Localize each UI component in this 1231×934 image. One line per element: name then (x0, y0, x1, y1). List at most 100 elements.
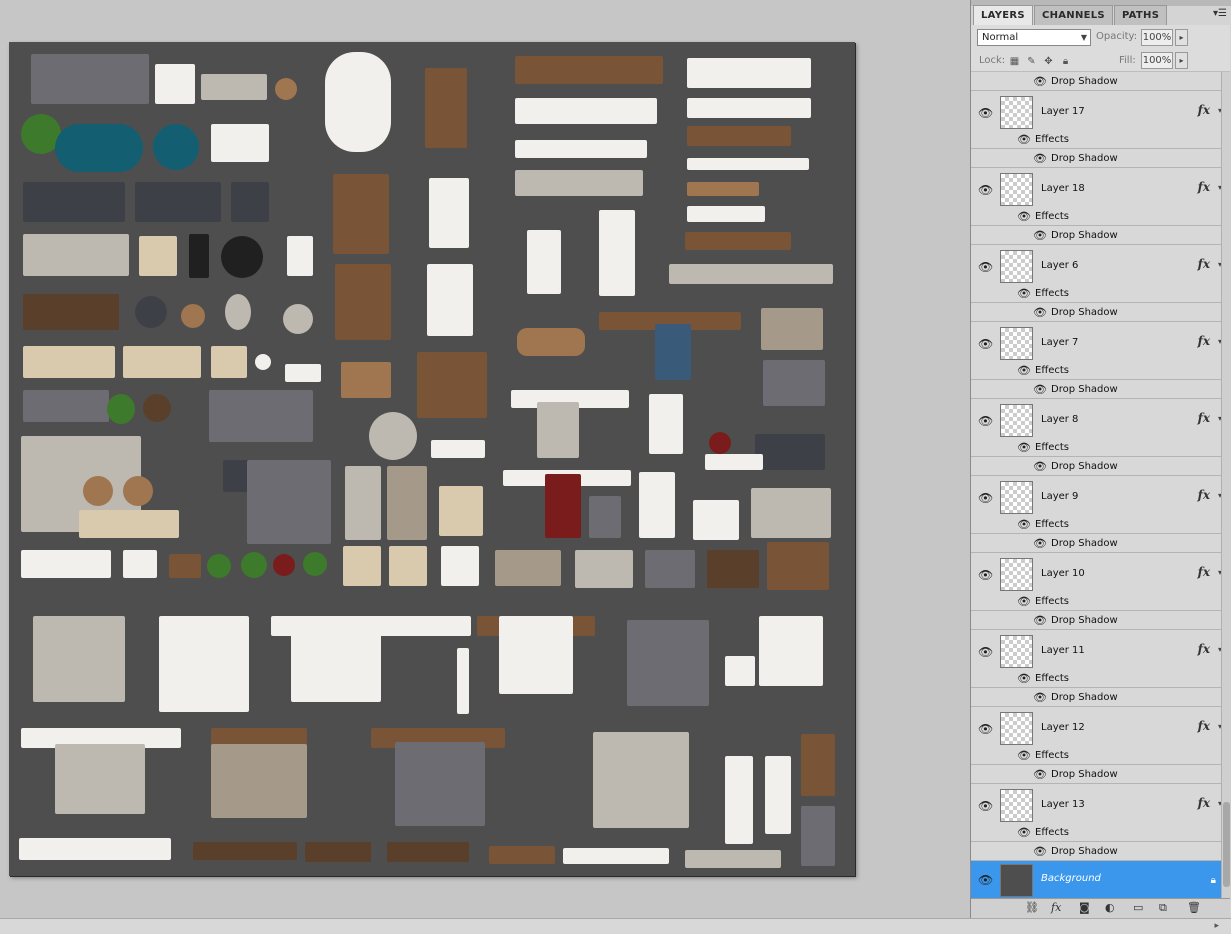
effect-row[interactable]: 👁︎ Drop Shadow (971, 149, 1230, 168)
eye-icon[interactable]: 👁︎ (1017, 595, 1031, 608)
layer-name[interactable]: Layer 12 (1041, 722, 1085, 733)
fx-icon[interactable]: fx (1198, 719, 1210, 733)
effect-row[interactable]: 👁︎ Drop Shadow (971, 842, 1230, 861)
eye-icon[interactable]: 👁︎ (1017, 210, 1031, 223)
eye-icon[interactable]: 👁︎ (1017, 441, 1031, 454)
layer-row[interactable]: 👁︎ Layer 12 fx ▾ (971, 707, 1230, 751)
effects-row[interactable]: 👁︎ Effects (971, 746, 1230, 765)
effect-row[interactable]: 👁︎ Drop Shadow (971, 765, 1230, 784)
layer-row[interactable]: 👁︎ Layer 11 fx ▾ (971, 630, 1230, 674)
status-arrow-icon[interactable]: ▸ (1214, 921, 1219, 931)
layer-row[interactable]: 👁︎ Layer 17 fx ▾ (971, 91, 1230, 135)
effect-row[interactable]: 👁︎ Drop Shadow (971, 72, 1230, 91)
fx-icon[interactable]: fx (1198, 565, 1210, 579)
fx-icon[interactable]: fx (1198, 642, 1210, 656)
effects-row[interactable]: 👁︎ Effects (971, 361, 1230, 380)
eye-icon[interactable]: 👁︎ (1033, 460, 1047, 473)
eye-icon[interactable]: 👁︎ (1033, 691, 1047, 704)
fill-slider-arrow-icon[interactable]: ▸ (1175, 52, 1188, 69)
delete-layer-icon[interactable]: 🗑︎ (1187, 901, 1201, 914)
layer-row[interactable]: 👁︎ Layer 13 fx ▾ (971, 784, 1230, 828)
eye-icon[interactable]: 👁︎ (978, 568, 993, 582)
eye-icon[interactable]: 👁︎ (978, 722, 993, 736)
lock-all-icon[interactable]: 🔒︎ (1060, 56, 1071, 67)
layer-name[interactable]: Layer 11 (1041, 645, 1085, 656)
background-layer-row[interactable]: 👁︎ Background 🔒︎ (971, 861, 1230, 898)
lock-brush-icon[interactable]: ✎ (1026, 56, 1037, 67)
eye-icon[interactable]: 👁︎ (1033, 383, 1047, 396)
canvas-workspace[interactable] (0, 0, 970, 918)
opacity-input[interactable]: 100% (1141, 29, 1173, 46)
link-layers-icon[interactable]: ⛓ (1025, 901, 1039, 914)
eye-icon[interactable]: 👁︎ (1033, 768, 1047, 781)
effect-row[interactable]: 👁︎ Drop Shadow (971, 688, 1230, 707)
layer-row[interactable]: 👁︎ Layer 9 fx ▾ (971, 476, 1230, 520)
layer-name[interactable]: Layer 9 (1041, 491, 1078, 502)
fx-icon[interactable]: fx (1198, 257, 1210, 271)
layer-row[interactable]: 👁︎ Layer 7 fx ▾ (971, 322, 1230, 366)
layer-name[interactable]: Layer 13 (1041, 799, 1085, 810)
layer-row[interactable]: 👁︎ Layer 10 fx ▾ (971, 553, 1230, 597)
add-style-icon[interactable]: fx (1051, 901, 1061, 914)
effect-row[interactable]: 👁︎ Drop Shadow (971, 534, 1230, 553)
new-group-icon[interactable]: ▭ (1133, 901, 1143, 914)
eye-icon[interactable]: 👁︎ (1033, 845, 1047, 858)
eye-icon[interactable]: 👁︎ (1033, 614, 1047, 627)
eye-icon[interactable]: 👁︎ (978, 183, 993, 197)
effects-row[interactable]: 👁︎ Effects (971, 592, 1230, 611)
eye-icon[interactable]: 👁︎ (1033, 306, 1047, 319)
eye-icon[interactable]: 👁︎ (978, 873, 993, 887)
fill-input[interactable]: 100% (1141, 52, 1173, 69)
new-layer-icon[interactable]: ⧉ (1159, 901, 1167, 915)
effects-row[interactable]: 👁︎ Effects (971, 515, 1230, 534)
document-canvas[interactable] (9, 42, 855, 876)
scrollbar-thumb[interactable] (1223, 802, 1230, 887)
add-mask-icon[interactable]: ◙ (1079, 901, 1090, 914)
layers-list[interactable]: 👁︎ Drop Shadow 👁︎ Layer 17 fx ▾ 👁︎ Effec… (971, 72, 1230, 898)
fx-icon[interactable]: fx (1198, 796, 1210, 810)
tab-channels[interactable]: CHANNELS (1033, 5, 1113, 25)
tab-paths[interactable]: PATHS (1113, 5, 1168, 25)
fx-icon[interactable]: fx (1198, 488, 1210, 502)
effects-row[interactable]: 👁︎ Effects (971, 438, 1230, 457)
lock-move-icon[interactable]: ✥ (1043, 56, 1054, 67)
tab-layers[interactable]: LAYERS (973, 5, 1033, 25)
effect-row[interactable]: 👁︎ Drop Shadow (971, 611, 1230, 630)
layers-scrollbar[interactable] (1221, 72, 1231, 898)
effect-row[interactable]: 👁︎ Drop Shadow (971, 226, 1230, 245)
eye-icon[interactable]: 👁︎ (1033, 537, 1047, 550)
eye-icon[interactable]: 👁︎ (1033, 152, 1047, 165)
layer-row[interactable]: 👁︎ Layer 18 fx ▾ (971, 168, 1230, 212)
panel-menu-icon[interactable]: ▾☰ (1213, 8, 1227, 19)
layer-row[interactable]: 👁︎ Layer 6 fx ▾ (971, 245, 1230, 289)
layer-name[interactable]: Layer 8 (1041, 414, 1078, 425)
eye-icon[interactable]: 👁︎ (1017, 518, 1031, 531)
eye-icon[interactable]: 👁︎ (978, 645, 993, 659)
fx-icon[interactable]: fx (1198, 334, 1210, 348)
eye-icon[interactable]: 👁︎ (978, 106, 993, 120)
effects-row[interactable]: 👁︎ Effects (971, 130, 1230, 149)
eye-icon[interactable]: 👁︎ (978, 260, 993, 274)
effects-row[interactable]: 👁︎ Effects (971, 823, 1230, 842)
fx-icon[interactable]: fx (1198, 180, 1210, 194)
eye-icon[interactable]: 👁︎ (1017, 287, 1031, 300)
layer-name[interactable]: Layer 18 (1041, 183, 1085, 194)
eye-icon[interactable]: 👁︎ (1033, 229, 1047, 242)
layer-row[interactable]: 👁︎ Layer 8 fx ▾ (971, 399, 1230, 443)
layer-name[interactable]: Layer 10 (1041, 568, 1085, 579)
eye-icon[interactable]: 👁︎ (978, 337, 993, 351)
eye-icon[interactable]: 👁︎ (978, 414, 993, 428)
eye-icon[interactable]: 👁︎ (1017, 749, 1031, 762)
eye-icon[interactable]: 👁︎ (978, 491, 993, 505)
adjustment-layer-icon[interactable]: ◐ (1105, 901, 1115, 914)
effect-row[interactable]: 👁︎ Drop Shadow (971, 303, 1230, 322)
fx-icon[interactable]: fx (1198, 103, 1210, 117)
effect-row[interactable]: 👁︎ Drop Shadow (971, 457, 1230, 476)
lock-transparency-icon[interactable]: ▦ (1009, 56, 1020, 67)
layer-name[interactable]: Layer 6 (1041, 260, 1078, 271)
eye-icon[interactable]: 👁︎ (1017, 672, 1031, 685)
eye-icon[interactable]: 👁︎ (1017, 826, 1031, 839)
eye-icon[interactable]: 👁︎ (1017, 364, 1031, 377)
effect-row[interactable]: 👁︎ Drop Shadow (971, 380, 1230, 399)
eye-icon[interactable]: 👁︎ (978, 799, 993, 813)
